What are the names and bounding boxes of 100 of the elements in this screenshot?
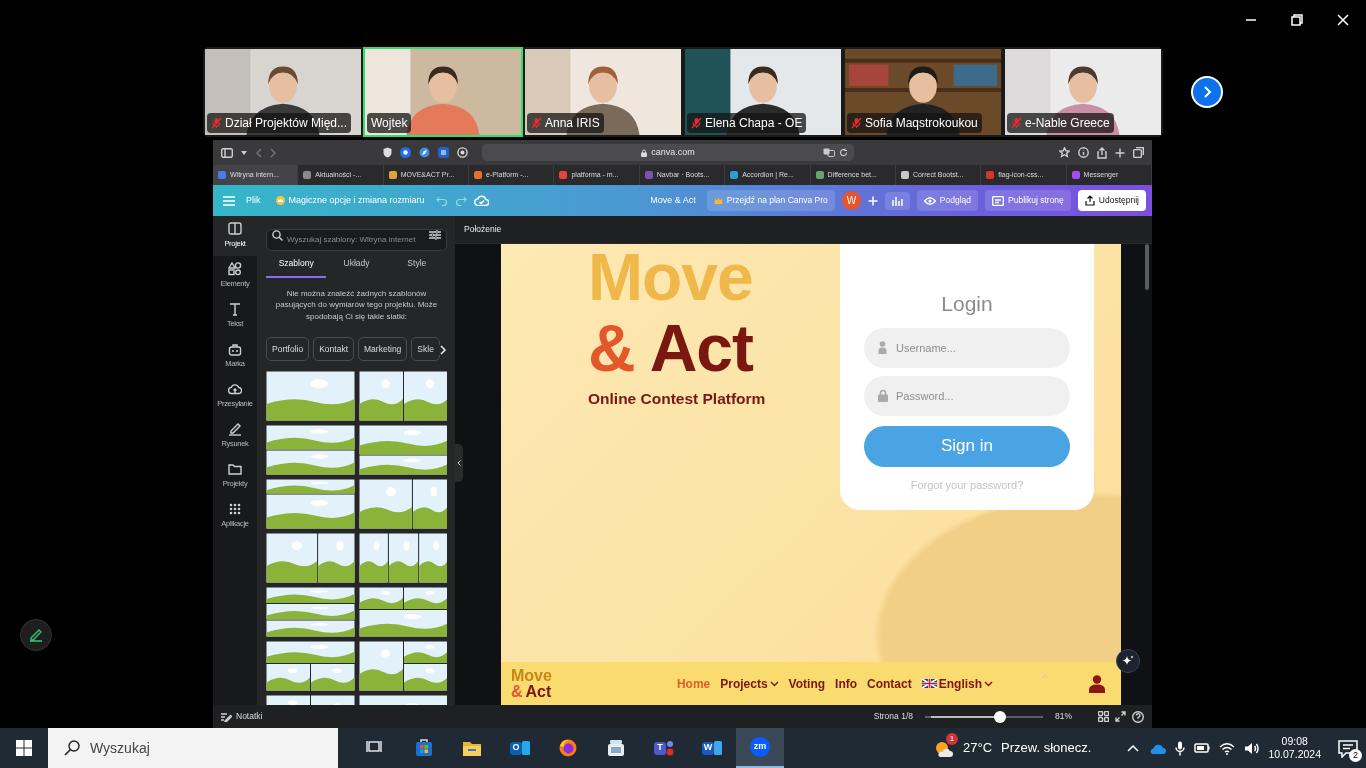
template-thumbnail[interactable]: [359, 371, 447, 422]
template-thumbnail[interactable]: [359, 641, 447, 692]
notification-icon[interactable]: [1338, 739, 1358, 758]
participant-name: Anna IRIS: [545, 115, 600, 132]
notes-button[interactable]: Notatki: [221, 710, 263, 723]
position-label[interactable]: Położenie: [464, 223, 502, 236]
taskbar-app[interactable]: T: [640, 728, 688, 768]
wifi-icon[interactable]: [1219, 741, 1236, 755]
app-logo: zm: [750, 737, 770, 757]
template-thumbnail[interactable]: [359, 533, 447, 584]
nav-link[interactable]: Contact: [867, 674, 912, 693]
weather-sun-cloud-icon[interactable]: [934, 739, 955, 758]
filter-icon[interactable]: [429, 230, 441, 240]
grid-view-icon[interactable]: [1098, 711, 1109, 722]
extension-icon[interactable]: [400, 147, 411, 158]
panel-tab[interactable]: Układy: [326, 253, 387, 278]
chevron-right-icon[interactable]: [439, 344, 447, 355]
page-icon: [714, 740, 722, 756]
username-field[interactable]: Username...: [864, 327, 1070, 368]
tabs-icon[interactable]: [1133, 147, 1144, 158]
nav-link[interactable]: Voting: [788, 674, 826, 693]
crown-icon: [713, 196, 723, 205]
panel-tab[interactable]: Szablony: [266, 253, 327, 278]
category-chip[interactable]: Portfolio: [266, 336, 310, 362]
clock-date[interactable]: 10.07.2024: [1268, 748, 1321, 762]
template-thumbnail[interactable]: [266, 479, 355, 530]
insights-button[interactable]: [884, 191, 910, 210]
search-field[interactable]: Wyszukaj szablony: Witryna internet: [266, 228, 447, 251]
sidebar-icon[interactable]: [221, 147, 233, 158]
microphone-icon[interactable]: [1175, 740, 1186, 756]
maximize-icon[interactable]: [1291, 14, 1303, 26]
template-thumbnail[interactable]: [359, 479, 447, 530]
nav-link[interactable]: Info: [835, 674, 858, 693]
slider-thumb[interactable]: [993, 710, 1006, 723]
folder-icon: [228, 462, 242, 477]
plus-icon[interactable]: [1115, 147, 1125, 158]
taskbar-app[interactable]: O: [496, 728, 544, 768]
address-bar[interactable]: canva.com: [482, 144, 854, 161]
cloud-check-icon[interactable]: [473, 195, 489, 206]
help-icon[interactable]: [1132, 710, 1144, 723]
extension-icon[interactable]: [438, 147, 449, 158]
notes-icon: [221, 711, 232, 722]
user-avatar[interactable]: W: [841, 191, 861, 210]
template-thumbnail[interactable]: [266, 641, 355, 692]
share-icon[interactable]: [1097, 146, 1107, 159]
panel-tab[interactable]: Style: [386, 253, 447, 278]
template-thumbnail[interactable]: [266, 533, 355, 584]
template-thumbnail[interactable]: [266, 587, 355, 638]
password-field[interactable]: Password...: [864, 375, 1070, 416]
compass-icon[interactable]: [419, 147, 430, 158]
uk-flag-icon: [921, 679, 937, 688]
template-thumbnail[interactable]: [266, 371, 355, 422]
reload-icon[interactable]: [839, 148, 848, 157]
notification-badge: 2: [1349, 749, 1362, 762]
search-icon: [64, 740, 80, 756]
participant-name: Wojtek: [371, 115, 408, 132]
target-icon[interactable]: [457, 147, 468, 158]
star-icon[interactable]: [1059, 147, 1070, 158]
lock-icon: [641, 148, 648, 157]
close-icon[interactable]: [1337, 14, 1349, 26]
info-message: Nie można znaleźć żadnych szablonów pasujących do wymiarów tego projektu. Może spodobają Ci się takie siatki:: [274, 287, 439, 323]
caret-icon[interactable]: [241, 150, 247, 155]
taskbar-app[interactable]: zm: [736, 728, 784, 768]
share-button[interactable]: Udostępnij: [1077, 190, 1146, 211]
info-icon[interactable]: [1078, 147, 1089, 158]
shield-icon[interactable]: [383, 147, 392, 158]
participant-name: Sofia Maqstrokoukou: [865, 115, 978, 132]
template-thumbnail[interactable]: [359, 587, 447, 638]
taskbar-app[interactable]: W: [688, 728, 736, 768]
scanner-icon: [606, 738, 626, 758]
logo-text: Move: [588, 244, 754, 310]
people-icon: [666, 740, 674, 756]
app-logo: T: [654, 741, 666, 755]
nav-link[interactable]: English: [921, 674, 994, 693]
clock-time[interactable]: 09:08: [1281, 734, 1308, 748]
category-chip[interactable]: Kontakt: [313, 336, 354, 362]
scrollbar-thumb[interactable]: [1145, 244, 1149, 290]
cloud-upload-icon: [228, 382, 242, 397]
text-icon: [228, 302, 242, 317]
battery-plug-icon[interactable]: [1194, 742, 1211, 754]
speaker-icon[interactable]: [1244, 741, 1260, 755]
template-thumbnail[interactable]: [266, 425, 355, 476]
store-icon: [414, 738, 434, 758]
draw-icon: [228, 422, 242, 437]
search-field[interactable]: Wyszukaj: [48, 728, 338, 768]
next-page-button[interactable]: [1191, 76, 1223, 108]
temperature: 27°C: [963, 739, 993, 758]
translate-icon[interactable]: [823, 148, 835, 157]
nav-link[interactable]: Projects: [720, 674, 779, 693]
page-indicator[interactable]: Strona 1/8: [873, 710, 913, 723]
publish-button[interactable]: Publikuj stronę: [985, 190, 1071, 211]
cloud-icon[interactable]: [1148, 742, 1167, 754]
template-thumbnail[interactable]: [359, 425, 447, 476]
fullscreen-icon[interactable]: [1115, 711, 1126, 722]
user-icon[interactable]: [1089, 674, 1105, 693]
category-chip[interactable]: Marketing: [358, 336, 408, 362]
search-icon: [272, 230, 283, 241]
annotate-button[interactable]: [20, 619, 52, 651]
preview-button[interactable]: Podgląd: [916, 190, 979, 211]
logo-text: Act: [649, 312, 754, 385]
